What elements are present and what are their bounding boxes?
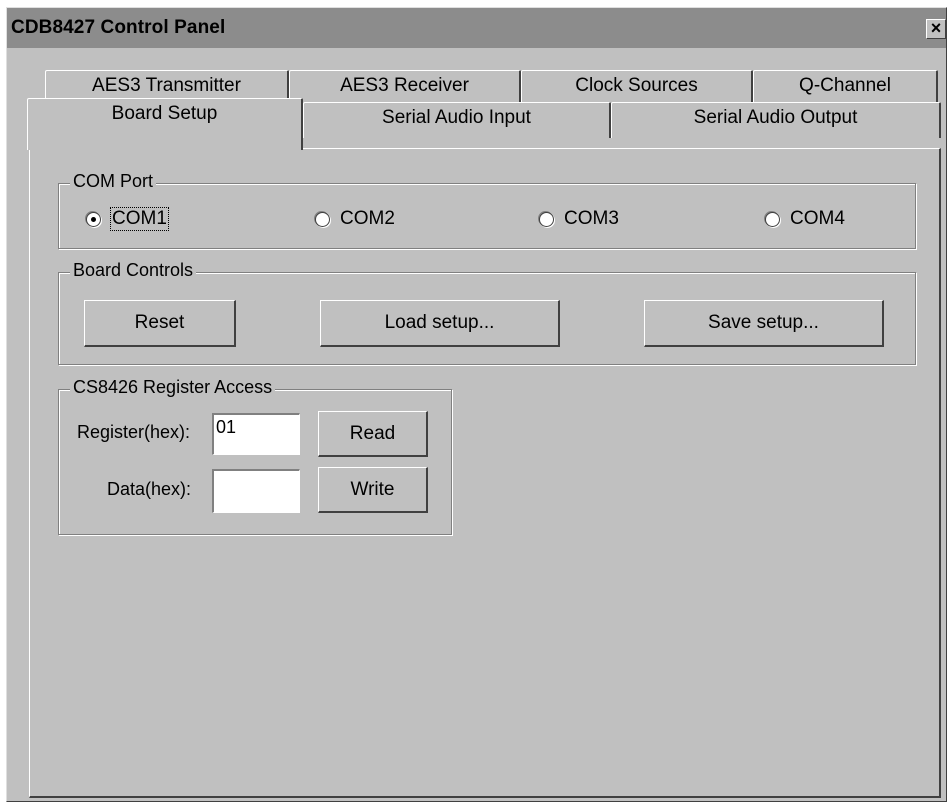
data-hex-label: Data(hex): — [107, 479, 192, 499]
save-setup-button[interactable]: Save setup... — [644, 300, 884, 347]
window-title: CDB8427 Control Panel — [11, 17, 226, 38]
radio-com4[interactable]: COM4 — [765, 208, 845, 230]
tab-serial-audio-output[interactable]: Serial Audio Output — [611, 102, 941, 138]
board-controls-label: Board Controls — [70, 260, 197, 281]
radio-empty-icon — [765, 211, 780, 227]
board-setup-panel: COM Port COM1 COM2 COM3 COM4 Board Contr… — [29, 148, 941, 798]
tab-label: Serial Audio Output — [693, 107, 858, 128]
register-hex-label: Register(hex): — [77, 422, 191, 442]
tab-label: Board Setup — [111, 103, 218, 124]
control-panel-window: CDB8427 Control Panel × AES3 Transmitter… — [6, 7, 947, 802]
register-access-label: CS8426 Register Access — [70, 377, 276, 398]
tab-board-setup[interactable]: Board Setup — [27, 98, 303, 150]
radio-com1[interactable]: COM1 — [86, 207, 169, 231]
title-bar[interactable]: CDB8427 Control Panel × — [7, 8, 946, 48]
radio-com3[interactable]: COM3 — [539, 208, 619, 230]
tab-clock-sources[interactable]: Clock Sources — [521, 70, 753, 104]
radio-label: COM4 — [790, 208, 845, 229]
tab-label: Q-Channel — [799, 75, 891, 96]
radio-label: COM3 — [564, 208, 619, 229]
radio-selected-icon — [86, 211, 101, 227]
close-button[interactable]: × — [926, 19, 946, 39]
radio-com2[interactable]: COM2 — [315, 208, 395, 230]
tab-label: Serial Audio Input — [382, 107, 531, 128]
load-setup-button[interactable]: Load setup... — [320, 300, 560, 347]
com-port-label: COM Port — [70, 171, 157, 192]
data-hex-input[interactable] — [212, 469, 300, 513]
radio-label: COM2 — [340, 208, 395, 229]
register-hex-input[interactable]: 01 — [212, 413, 300, 455]
write-button[interactable]: Write — [318, 467, 428, 513]
close-icon: × — [930, 18, 942, 38]
tab-q-channel[interactable]: Q-Channel — [753, 70, 938, 104]
tab-aes3-receiver[interactable]: AES3 Receiver — [289, 70, 521, 104]
tab-label: AES3 Receiver — [340, 75, 469, 96]
radio-empty-icon — [315, 211, 330, 227]
radio-label: COM1 — [110, 207, 169, 231]
reset-button[interactable]: Reset — [84, 300, 236, 347]
radio-empty-icon — [539, 211, 554, 227]
tab-label: AES3 Transmitter — [92, 75, 241, 96]
read-button[interactable]: Read — [318, 411, 428, 457]
tab-serial-audio-input[interactable]: Serial Audio Input — [303, 102, 611, 138]
tab-label: Clock Sources — [575, 75, 698, 96]
